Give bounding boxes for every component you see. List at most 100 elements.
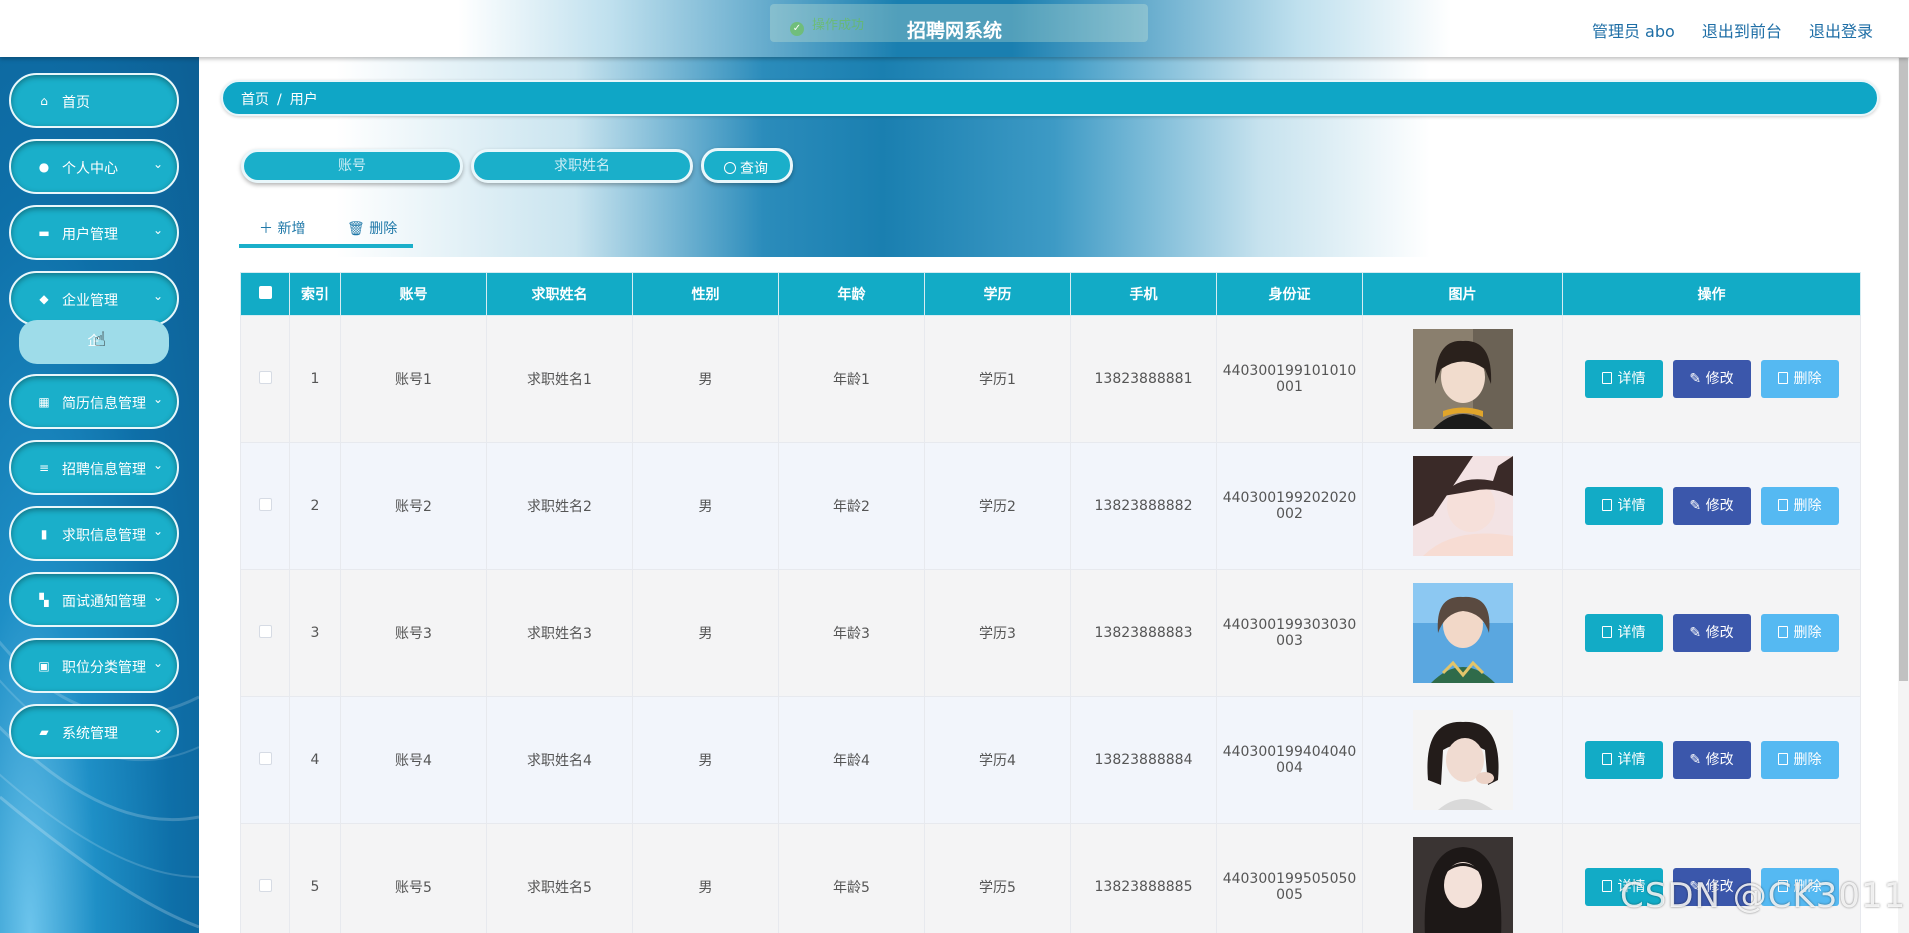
column-header: 图片 xyxy=(1362,272,1563,316)
cell-phone: 13823888884 xyxy=(1070,696,1217,824)
cell-phone: 13823888882 xyxy=(1070,442,1217,570)
cell-education: 学历4 xyxy=(924,696,1071,824)
top-bar: ✓ 操作成功 招聘网系统 管理员 abo 退出到前台 退出登录 xyxy=(0,0,1909,57)
add-button[interactable]: ＋ 新增 xyxy=(259,218,305,238)
name-search-input[interactable] xyxy=(471,149,693,183)
edit-button[interactable]: ✎ 修改 xyxy=(1672,741,1751,779)
sidebar-item-label: 首页 xyxy=(62,95,90,111)
picture-icon: ▣ xyxy=(38,659,50,673)
select-all-checkbox[interactable] xyxy=(258,285,272,299)
cell-photo xyxy=(1362,569,1563,697)
cell-account: 账号5 xyxy=(340,823,487,933)
document-icon xyxy=(1601,499,1612,511)
select-all-header[interactable] xyxy=(240,272,290,316)
query-button[interactable]: 查询 xyxy=(701,148,793,183)
edit-button[interactable]: ✎ 修改 xyxy=(1672,487,1751,525)
row-checkbox[interactable] xyxy=(258,497,272,511)
cell-phone: 13823888885 xyxy=(1070,823,1217,933)
cell-gender: 男 xyxy=(632,823,779,933)
column-header: 求职姓名 xyxy=(486,272,633,316)
batch-delete-button[interactable]: 🗑 删除 xyxy=(347,218,397,238)
sidebar-item-system-management[interactable]: ▰ 系统管理 ⌄ xyxy=(9,704,179,759)
delete-button[interactable]: 删除 xyxy=(1760,487,1839,525)
breadcrumb-current: 用户 xyxy=(289,92,318,108)
cell-name: 求职姓名1 xyxy=(486,315,633,443)
chevron-down-icon: ⌄ xyxy=(152,458,163,472)
location-icon: ◆ xyxy=(39,292,49,306)
cell-id-card: 440300199404040 004 xyxy=(1216,696,1363,824)
edit-button[interactable]: ✎ 修改 xyxy=(1672,614,1751,652)
column-header: 账号 xyxy=(340,272,487,316)
column-header: 手机 xyxy=(1070,272,1217,316)
sidebar-item-label: 简历信息管理 xyxy=(62,396,146,412)
sidebar-item-position-category-management[interactable]: ▣ 职位分类管理 ⌄ xyxy=(9,638,179,693)
sidebar-item-job-seeking-management[interactable]: ▮ 求职信息管理 ⌄ xyxy=(9,506,179,561)
cell-account: 账号2 xyxy=(340,442,487,570)
row-checkbox[interactable] xyxy=(258,878,272,892)
sidebar-item-label: 招聘信息管理 xyxy=(62,462,146,478)
cell-index: 2 xyxy=(289,442,341,570)
scrollbar-thumb[interactable] xyxy=(1899,58,1908,681)
pencil-icon: ✎ xyxy=(1689,371,1706,387)
exit-to-front-link[interactable]: 退出到前台 xyxy=(1702,22,1782,41)
breadcrumb-home[interactable]: 首页 xyxy=(241,92,269,108)
cell-photo xyxy=(1362,315,1563,443)
sidebar-item-resume-management[interactable]: ▦ 简历信息管理 ⌄ xyxy=(9,374,179,429)
cell-account: 账号3 xyxy=(340,569,487,697)
avatar xyxy=(1412,456,1513,556)
column-header: 年龄 xyxy=(778,272,925,316)
briefcase-icon: ▬ xyxy=(38,226,50,240)
cell-index: 3 xyxy=(289,569,341,697)
detail-button[interactable]: 详情 xyxy=(1584,741,1663,779)
trash-icon xyxy=(1777,626,1788,638)
cell-id-card: 440300199202020 002 xyxy=(1216,442,1363,570)
admin-user-link[interactable]: 管理员 abo xyxy=(1592,22,1675,41)
trash-icon xyxy=(1777,499,1788,511)
detail-button[interactable]: 详情 xyxy=(1584,360,1663,398)
row-checkbox[interactable] xyxy=(258,370,272,384)
delete-button[interactable]: 删除 xyxy=(1760,360,1839,398)
cell-gender: 男 xyxy=(632,569,779,697)
cell-education: 学历2 xyxy=(924,442,1071,570)
chevron-down-icon: ⌄ xyxy=(152,722,163,736)
column-header: 索引 xyxy=(289,272,341,316)
document-icon xyxy=(1601,880,1612,892)
cell-gender: 男 xyxy=(632,442,779,570)
edit-button[interactable]: ✎ 修改 xyxy=(1672,360,1751,398)
delete-button[interactable]: 删除 xyxy=(1760,741,1839,779)
cell-education: 学历1 xyxy=(924,315,1071,443)
sidebar-item-company-management[interactable]: ◆ 企业管理 ⌄ xyxy=(9,271,179,326)
sidebar-item-recruitment-management[interactable]: ≡ 招聘信息管理 ⌄ xyxy=(9,440,179,495)
sidebar-item-label: 用户管理 xyxy=(62,227,118,243)
grid-icon: ▦ xyxy=(38,395,50,409)
detail-button[interactable]: 详情 xyxy=(1584,487,1663,525)
cell-age: 年龄1 xyxy=(778,315,925,443)
pencil-icon: ✎ xyxy=(1689,625,1706,641)
cell-actions: 详情 ✎ 修改 删除 xyxy=(1562,569,1861,697)
sidebar-item-home[interactable]: ⌂ 首页 xyxy=(9,73,179,128)
column-header: 性别 xyxy=(632,272,779,316)
detail-button[interactable]: 详情 xyxy=(1584,614,1663,652)
cell-account: 账号4 xyxy=(340,696,487,824)
cell-photo xyxy=(1362,696,1563,824)
cell-index: 5 xyxy=(289,823,341,933)
row-checkbox[interactable] xyxy=(258,624,272,638)
account-search-input[interactable] xyxy=(241,149,463,183)
delete-button[interactable]: 删除 xyxy=(1760,614,1839,652)
action-tabs: ＋ 新增 🗑 删除 xyxy=(239,214,413,248)
cell-age: 年龄4 xyxy=(778,696,925,824)
column-header: 学历 xyxy=(924,272,1071,316)
list-icon: ≡ xyxy=(38,461,50,475)
message-icon: ▰ xyxy=(39,725,49,739)
table-row: 1 账号1 求职姓名1 男 年龄1 学历1 13823888881 440300… xyxy=(240,315,1861,443)
sidebar-item-user-management[interactable]: ▬ 用户管理 ⌄ xyxy=(9,205,179,260)
chevron-down-icon: ⌄ xyxy=(152,289,163,303)
sidebar-item-interview-notice-management[interactable]: ▚ 面试通知管理 ⌄ xyxy=(9,572,179,627)
logout-link[interactable]: 退出登录 xyxy=(1809,22,1873,41)
cell-id-card: 440300199101010 001 xyxy=(1216,315,1363,443)
row-checkbox[interactable] xyxy=(258,751,272,765)
cell-gender: 男 xyxy=(632,696,779,824)
sidebar-item-personal-center[interactable]: ● 个人中心 ⌄ xyxy=(9,139,179,194)
table-header-row: 索引 账号 求职姓名 性别 年龄 学历 手机 身份证 图片 操作 xyxy=(240,272,1861,316)
pencil-icon: ✎ xyxy=(1689,498,1706,514)
